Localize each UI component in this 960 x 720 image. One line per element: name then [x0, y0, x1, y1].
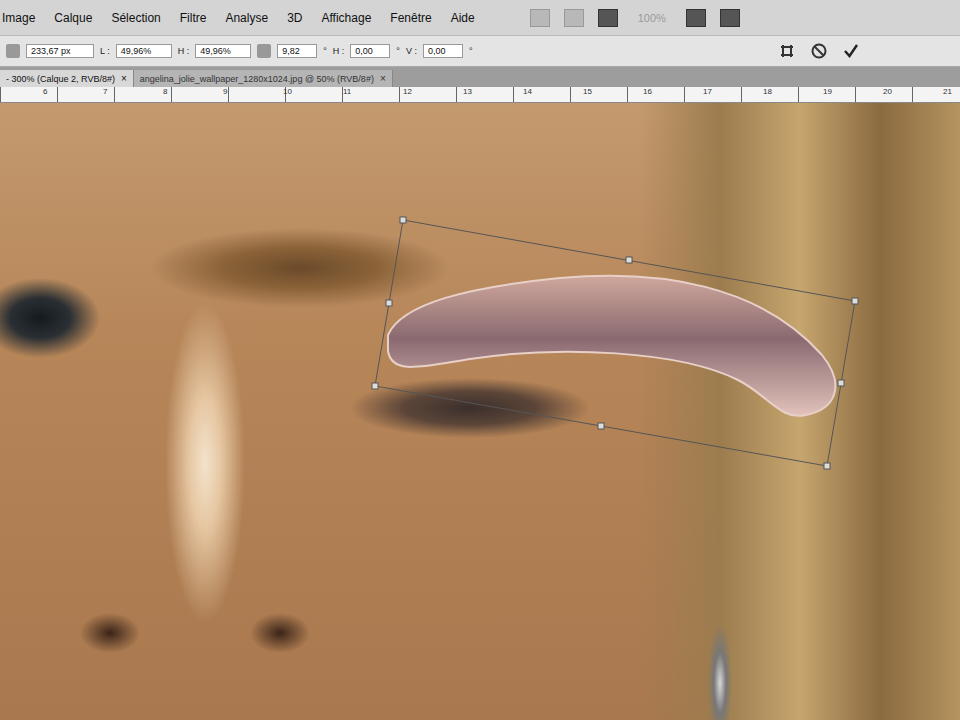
- angle-field[interactable]: 9,82: [277, 44, 317, 58]
- document-tab[interactable]: angelina_jolie_wallpaper_1280x1024.jpg @…: [134, 70, 393, 87]
- screen-mode-icon[interactable]: [720, 9, 740, 27]
- ruler-label: 19: [820, 87, 880, 102]
- transform-handle[interactable]: [372, 383, 378, 389]
- image-canvas[interactable]: [0, 103, 960, 720]
- document-tab[interactable]: - 300% (Calque 2, RVB/8#) ×: [0, 70, 134, 87]
- commit-icon[interactable]: [842, 42, 860, 60]
- ruler-label: 12: [400, 87, 460, 102]
- photoshop-window: Image Calque Sélection Filtre Analyse 3D Affic…: [0, 0, 960, 720]
- bridge-icon[interactable]: [530, 9, 550, 27]
- transform-handle[interactable]: [852, 298, 858, 304]
- zoom-dropdown[interactable]: 100%: [632, 10, 672, 26]
- ruler-label: 6: [40, 87, 100, 102]
- ruler-label: 14: [520, 87, 580, 102]
- ruler-label: 10: [280, 87, 340, 102]
- skew-field[interactable]: 0,00: [350, 44, 390, 58]
- menu-item[interactable]: Filtre: [180, 11, 207, 25]
- field-label: H :: [178, 46, 190, 56]
- menu-item[interactable]: Calque: [54, 11, 92, 25]
- transform-handle[interactable]: [626, 257, 632, 263]
- eyebrow-layer[interactable]: [388, 276, 835, 416]
- transform-overlay[interactable]: [0, 103, 960, 720]
- cancel-icon[interactable]: [810, 42, 828, 60]
- skew-field[interactable]: 0,00: [423, 44, 463, 58]
- ruler-label: 8: [160, 87, 220, 102]
- ruler-label: 21: [940, 87, 960, 102]
- ruler-label: 9: [220, 87, 280, 102]
- position-field[interactable]: 233,67 px: [26, 44, 94, 58]
- ruler-label: 18: [760, 87, 820, 102]
- arrange-icon[interactable]: [686, 9, 706, 27]
- angle-icon: [257, 44, 271, 58]
- menu-item[interactable]: Affichage: [321, 11, 371, 25]
- minibridge-icon[interactable]: [564, 9, 584, 27]
- bounding-box: [375, 220, 855, 466]
- ruler-label: 20: [880, 87, 940, 102]
- field-label: L :: [100, 46, 110, 56]
- menu-item[interactable]: Sélection: [111, 11, 160, 25]
- warp-icon[interactable]: [778, 42, 796, 60]
- transform-handle[interactable]: [824, 463, 830, 469]
- menu-item[interactable]: Analyse: [225, 11, 268, 25]
- ruler-label: 11: [340, 87, 400, 102]
- transform-handle[interactable]: [386, 300, 392, 306]
- transform-handle[interactable]: [598, 423, 604, 429]
- ruler-label: 16: [640, 87, 700, 102]
- ruler-label: 7: [100, 87, 160, 102]
- extras-icon[interactable]: [598, 9, 618, 27]
- transform-handle[interactable]: [838, 380, 844, 386]
- close-button[interactable]: ×: [121, 73, 127, 84]
- menu-bar: Image Calque Sélection Filtre Analyse 3D Affic…: [0, 0, 960, 35]
- scale-field[interactable]: 49,96%: [195, 44, 251, 58]
- close-button[interactable]: ×: [380, 73, 386, 84]
- degree-label: °: [396, 46, 400, 56]
- menu-item[interactable]: Aide: [451, 11, 475, 25]
- ruler-label: 17: [700, 87, 760, 102]
- degree-label: °: [323, 46, 327, 56]
- menu-item[interactable]: Fenêtre: [390, 11, 431, 25]
- ruler-label: 13: [460, 87, 520, 102]
- options-bar: 233,67 px L : 49,96% H : 49,96% 9,82 ° H …: [0, 35, 960, 67]
- horizontal-ruler: 6789101112131415161718192021: [0, 87, 960, 103]
- reference-point-icon[interactable]: [6, 44, 20, 58]
- document-tabs: - 300% (Calque 2, RVB/8#) ×angelina_joli…: [0, 67, 960, 87]
- field-label: H :: [333, 46, 345, 56]
- scale-field[interactable]: 49,96%: [116, 44, 172, 58]
- transform-handle[interactable]: [400, 217, 406, 223]
- menu-item[interactable]: Image: [2, 11, 35, 25]
- menu-item[interactable]: 3D: [287, 11, 302, 25]
- ruler-label: 15: [580, 87, 640, 102]
- field-label: V :: [406, 46, 417, 56]
- degree-label: °: [469, 46, 473, 56]
